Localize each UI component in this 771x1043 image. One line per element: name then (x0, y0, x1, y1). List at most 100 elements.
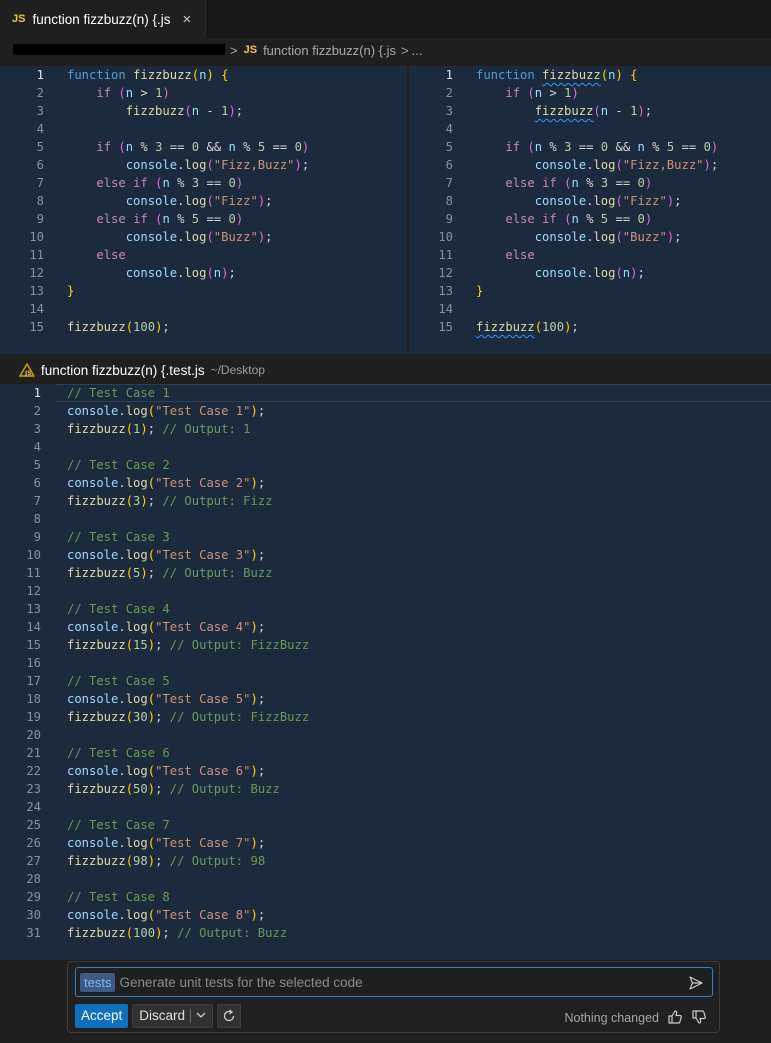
diff-editor-modified[interactable]: 1 function fizzbuzz(n) {2 if (n > 1) 3 fiz… (409, 66, 771, 354)
line-number: 5 (33, 458, 41, 472)
code-token: log (593, 194, 616, 208)
line-number: 11 (26, 566, 41, 580)
redacted-path (13, 44, 225, 55)
code-comment: // Test Case 3 (67, 530, 170, 544)
code-line: 7 fizzbuzz(3); // Output: Fizz (0, 492, 771, 510)
code-token: 100 (133, 320, 156, 334)
test-file-title[interactable]: function fizzbuzz(n) {.test.js (41, 363, 205, 378)
code-comment: // Output: 1 (162, 422, 251, 436)
code-line: 21 // Test Case 6 (0, 744, 771, 762)
line-number: 13 (29, 284, 44, 298)
line-number: 10 (26, 548, 41, 562)
code-comment: // Output: 98 (169, 854, 266, 868)
line-number: 9 (36, 212, 44, 226)
code-line: 6 console.log("Fizz,Buzz"); (409, 156, 771, 174)
code-token: n (637, 140, 645, 154)
code-token: "Fizz,Buzz" (213, 158, 295, 172)
code-string: "Test Case 5" (155, 692, 251, 706)
code-line: 6 console.log("Test Case 2"); (0, 474, 771, 492)
line-number: 15 (29, 320, 44, 334)
code-line: 14 (0, 300, 408, 318)
line-number: 3 (445, 104, 453, 118)
code-line: 13} (0, 282, 408, 300)
code-token: console (67, 476, 119, 490)
code-line: 20 (0, 726, 771, 744)
code-token: 0 (703, 140, 711, 154)
close-icon[interactable]: × (183, 11, 192, 28)
code-token: 0 (637, 212, 645, 226)
code-line: 24 (0, 798, 771, 816)
line-number: 12 (29, 266, 44, 280)
code-token: log (125, 476, 148, 490)
function-call: fizzbuzz (67, 320, 126, 334)
line-number: 13 (438, 284, 453, 298)
breadcrumb-file[interactable]: function fizzbuzz(n) {.js (263, 43, 396, 58)
discard-button[interactable]: Discard (132, 1004, 214, 1028)
line-number: 13 (26, 602, 41, 616)
line-number: 19 (26, 710, 41, 724)
code-token: console (534, 194, 587, 208)
js-file-icon: JS (12, 13, 26, 25)
test-editor[interactable]: 1// Test Case 1 2 console.log("Test Case 1… (0, 384, 771, 960)
code-line: 14 (409, 300, 771, 318)
chat-input[interactable]: tests Generate unit tests for the select… (75, 967, 713, 997)
line-number: 29 (26, 890, 41, 904)
code-comment: // Test Case 4 (67, 602, 170, 616)
code-token: console (67, 836, 119, 850)
code-line: 3 fizzbuzz(n - 1); (409, 102, 771, 120)
code-token: console (67, 764, 119, 778)
code-token: console (125, 230, 178, 244)
line-number: 5 (36, 140, 44, 154)
code-line: 15 fizzbuzz(100); (409, 318, 771, 336)
line-number: 14 (438, 302, 453, 316)
code-token: fizzbuzz (67, 422, 126, 436)
accept-button[interactable]: Accept (75, 1004, 129, 1028)
code-token: log (593, 230, 616, 244)
line-number: 18 (26, 692, 41, 706)
code-token: log (184, 266, 207, 280)
line-number: 7 (445, 176, 453, 190)
function-name: fizzbuzz (133, 68, 192, 82)
code-line: 17 // Test Case 5 (0, 672, 771, 690)
code-line: 14 console.log("Test Case 4"); (0, 618, 771, 636)
code-number: 15 (133, 638, 148, 652)
code-token: console (67, 908, 119, 922)
code-token: console (67, 404, 119, 418)
code-token: "Buzz" (622, 230, 667, 244)
line-number: 9 (445, 212, 453, 226)
breadcrumb-more[interactable]: ... (412, 43, 423, 58)
diff-editor-original[interactable]: 1 function fizzbuzz(n) {2 if (n > 1) 3 fiz… (0, 66, 408, 354)
thumbs-up-icon[interactable] (667, 1009, 683, 1025)
code-token: fizzbuzz (67, 638, 126, 652)
code-string: "Test Case 8" (155, 908, 251, 922)
chevron-down-icon[interactable] (191, 1011, 212, 1022)
send-icon[interactable] (688, 975, 704, 991)
refresh-icon[interactable] (217, 1004, 242, 1028)
code-line: 2 console.log("Test Case 1"); (0, 402, 771, 420)
code-token: n (125, 140, 134, 154)
code-line: 8 console.log("Fizz"); (409, 192, 771, 210)
line-number: 14 (29, 302, 44, 316)
thumbs-down-icon[interactable] (691, 1009, 707, 1025)
code-token: else (505, 176, 535, 190)
code-token: log (125, 692, 148, 706)
code-line: 2 if (n > 1) (0, 84, 408, 102)
code-token: n (162, 176, 170, 190)
code-token: if (542, 212, 557, 226)
code-line: 11 else (0, 246, 408, 264)
code-comment: // Test Case 2 (67, 458, 170, 472)
code-line: 26 console.log("Test Case 7"); (0, 834, 771, 852)
code-token: if (133, 176, 148, 190)
breadcrumb: > JS function fizzbuzz(n) {.js > ... (0, 38, 771, 62)
code-line: 1 function fizzbuzz(n) { (0, 66, 408, 84)
line-number: 5 (445, 140, 453, 154)
tab-fizzbuzz-js[interactable]: JS function fizzbuzz(n) {.js × (0, 0, 206, 38)
code-token: log (184, 230, 207, 244)
code-line: 12 console.log(n); (409, 264, 771, 282)
code-line: 29 // Test Case 8 (0, 888, 771, 906)
code-token: console (125, 158, 178, 172)
line-number: 25 (26, 818, 41, 832)
code-token: log (593, 158, 616, 172)
code-token: 0 (637, 176, 645, 190)
tab-bar: JS function fizzbuzz(n) {.js × (0, 0, 771, 39)
